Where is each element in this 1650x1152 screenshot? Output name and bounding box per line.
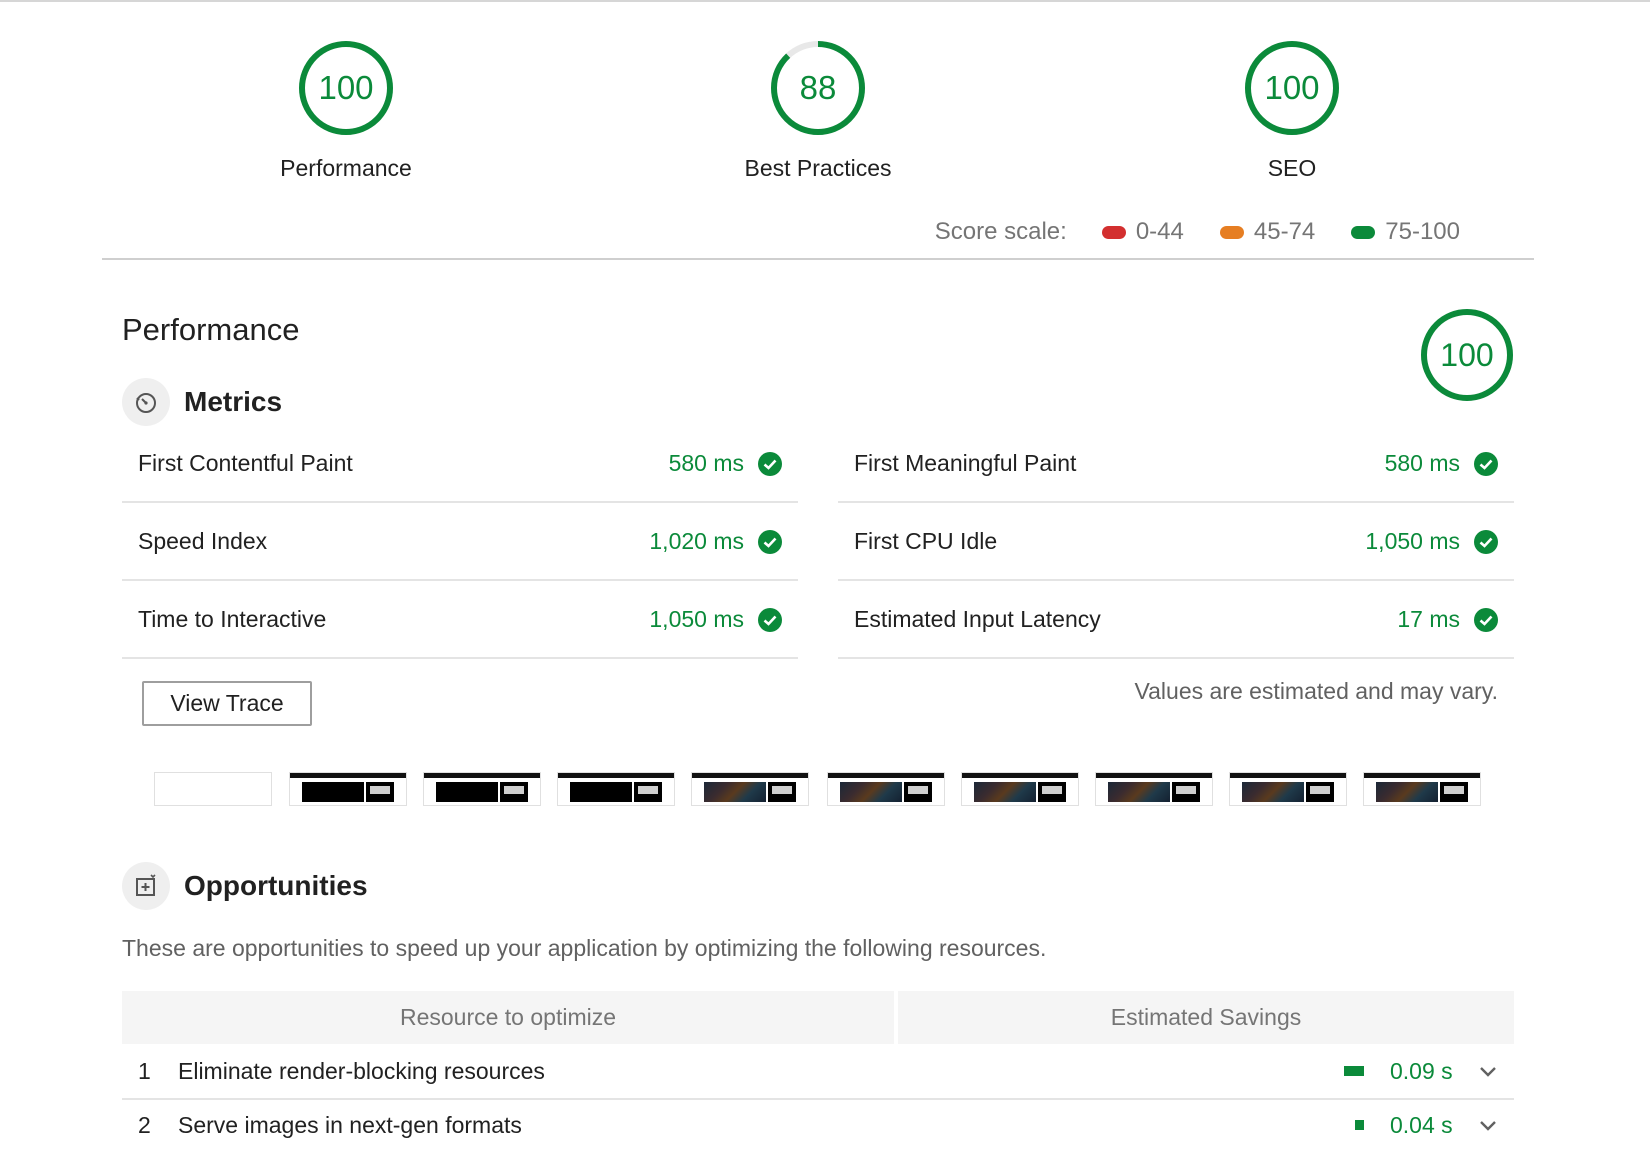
scale-range: 0-44 [1135,218,1184,245]
scale-pass: 75-100 [1351,218,1460,246]
filmstrip-frame [1095,772,1213,806]
column-header-savings: Estimated Savings [898,991,1514,1044]
metrics-title: Metrics [184,386,283,417]
filmstrip-frame [557,772,675,806]
filmstrip-frame [289,772,407,806]
gauge-label: SEO [1267,155,1317,181]
fail-pill-icon [1101,225,1126,239]
metric-name: Time to Interactive [138,606,327,632]
metric-value: 580 ms [668,450,744,476]
gauge-performance[interactable]: 100 Performance [196,40,496,182]
metrics-header: Metrics [122,378,282,426]
metric-first-meaningful-paint: First Meaningful Paint 580 ms [838,426,1514,503]
section-title: Performance [122,312,300,347]
filmstrip-frame [154,772,272,806]
metric-value: 1,050 ms [649,606,744,632]
gauge-seo[interactable]: 100 SEO [1142,40,1442,182]
gauge-score: 88 [799,69,837,106]
row-savings: 0.09 s [1390,1057,1453,1084]
row-title: Eliminate render-blocking resources [178,1057,545,1084]
metric-name: First Meaningful Paint [854,450,1077,476]
score-gauge: 100 [298,40,394,136]
opportunity-icon [122,862,170,910]
opportunity-row[interactable]: 1 Eliminate render-blocking resources 0.… [122,1044,1514,1098]
pass-check-icon [758,451,782,476]
score-scale: Score scale: 0-44 45-74 75-100 [935,218,1460,246]
performance-score-gauge: 100 [1420,308,1514,402]
scale-average: 45-74 [1219,218,1316,246]
timer-icon [122,378,170,426]
metric-time-to-interactive: Time to Interactive 1,050 ms [122,582,798,659]
metric-name: Estimated Input Latency [854,606,1101,632]
metric-estimated-input-latency: Estimated Input Latency 17 ms [838,582,1514,659]
view-trace-button[interactable]: View Trace [142,681,312,726]
pass-check-icon [1474,529,1498,554]
gauge-score: 100 [1440,337,1494,373]
score-gauge: 88 [770,40,866,136]
metric-first-contentful-paint: First Contentful Paint 580 ms [122,426,798,503]
filmstrip-frame [691,772,809,806]
row-title: Serve images in next-gen formats [178,1111,522,1138]
score-gauge: 100 [1244,40,1340,136]
metric-speed-index: Speed Index 1,020 ms [122,504,798,581]
filmstrip-frame [961,772,1079,806]
metric-first-cpu-idle: First CPU Idle 1,050 ms [838,504,1514,581]
savings-bar [1344,1066,1364,1076]
scale-range: 45-74 [1253,218,1316,245]
opportunities-header: Opportunities [122,862,368,910]
average-pill-icon [1219,225,1244,239]
metric-value: 1,020 ms [649,528,744,554]
gauge-label: Best Practices [744,155,892,181]
filmstrip-frame [423,772,541,806]
savings-bar [1355,1120,1364,1130]
row-index: 1 [138,1057,151,1084]
filmstrip-frame [1363,772,1481,806]
gauge-score: 100 [1264,69,1320,106]
top-border [0,0,1650,2]
opportunity-row[interactable]: 2 Serve images in next-gen formats 0.04 … [122,1098,1514,1152]
column-header-resource: Resource to optimize [122,991,894,1044]
row-savings: 0.04 s [1390,1111,1453,1138]
row-index: 2 [138,1111,151,1138]
pass-check-icon [758,607,782,632]
metric-value: 17 ms [1397,606,1460,632]
metric-name: First Contentful Paint [138,450,353,476]
scale-range: 75-100 [1385,218,1460,245]
metric-value: 580 ms [1384,450,1460,476]
pass-check-icon [1474,451,1498,476]
filmstrip-frame [827,772,945,806]
scale-fail: 0-44 [1101,218,1184,246]
gauge-label: Performance [280,155,412,181]
pass-pill-icon [1351,225,1376,239]
metric-name: First CPU Idle [854,528,998,554]
metric-name: Speed Index [138,528,268,554]
score-scale-label: Score scale: [934,218,1067,245]
pass-check-icon [758,529,782,554]
metric-value: 1,050 ms [1365,528,1460,554]
chevron-down-icon[interactable] [1478,1115,1498,1135]
opportunities-description: These are opportunities to speed up your… [122,935,1047,961]
filmstrip-frame [1229,772,1347,806]
opportunities-title: Opportunities [184,870,368,901]
estimate-note: Values are estimated and may vary. [1134,678,1499,704]
gauge-best-practices[interactable]: 88 Best Practices [668,40,968,182]
pass-check-icon [1474,607,1498,632]
section-divider [102,258,1534,260]
chevron-down-icon[interactable] [1478,1061,1498,1081]
gauge-score: 100 [318,69,374,106]
